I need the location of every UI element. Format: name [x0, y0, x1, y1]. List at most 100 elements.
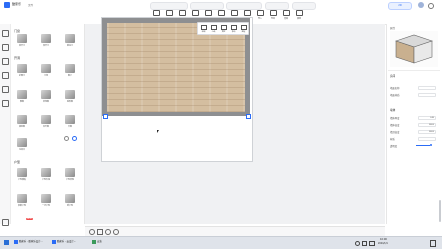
- app-icon: [52, 239, 56, 244]
- door-double-icon: [41, 34, 51, 43]
- view-mode-toggle[interactable]: 2D: [388, 2, 412, 10]
- door-single-icon: [17, 34, 27, 43]
- library-item[interactable]: 双开门: [38, 34, 54, 50]
- fit-icon[interactable]: [97, 229, 103, 235]
- library-item[interactable]: 窗户: [62, 64, 78, 80]
- import-icon: [256, 10, 264, 16]
- wall-endpoint-handle[interactable]: [246, 114, 251, 119]
- arch-icon: [65, 115, 75, 124]
- tool-export[interactable]: 导出: [267, 10, 279, 20]
- section-title-doors: 门窗: [14, 29, 21, 33]
- opacity-slider[interactable]: [416, 145, 430, 146]
- tab-pill-5[interactable]: [292, 2, 316, 10]
- outer-wall-icon: [41, 168, 51, 177]
- user-avatar[interactable]: [418, 2, 424, 8]
- zoom-out-icon[interactable]: [105, 229, 111, 235]
- library-item[interactable]: 一字户型: [38, 194, 54, 210]
- library-item[interactable]: 落地窗: [14, 115, 30, 131]
- library-item[interactable]: 转角窗: [38, 90, 54, 106]
- ctx-layer-button[interactable]: 图层: [239, 24, 248, 33]
- tab-pill-4[interactable]: [265, 2, 289, 10]
- tab-pill-2[interactable]: [190, 2, 224, 10]
- file-menu[interactable]: 文件: [28, 3, 33, 7]
- taskbar-item[interactable]: 安装: [92, 239, 102, 247]
- wall-top-input[interactable]: 2800: [418, 130, 436, 134]
- tab-pill-3[interactable]: [226, 2, 262, 10]
- library-item[interactable]: 推拉门: [62, 34, 78, 50]
- section-room-title: 房间: [390, 75, 396, 78]
- section-title-floorplan: 户型: [14, 160, 21, 164]
- floor-name-input[interactable]: [418, 86, 436, 90]
- library-item[interactable]: 弧形窗: [62, 90, 78, 106]
- export-icon: [269, 10, 277, 16]
- undo-icon: [152, 10, 160, 16]
- app-icon: [14, 239, 18, 244]
- room-3d-preview[interactable]: [390, 31, 438, 67]
- help-icon[interactable]: [64, 136, 69, 141]
- wall-material-input[interactable]: [418, 137, 436, 141]
- wifi-icon: [355, 241, 360, 246]
- wall-thickness-input[interactable]: 240: [418, 116, 436, 120]
- panel-scrollbar[interactable]: [439, 200, 441, 222]
- library-item[interactable]: 门洞: [38, 64, 54, 80]
- plan-icon: [217, 10, 225, 16]
- opacity-slider-handle[interactable]: [430, 144, 432, 146]
- tool-render[interactable]: 渲染: [280, 10, 292, 20]
- folding-door-icon: [17, 64, 27, 73]
- ctx-draw-button[interactable]: 绘制: [199, 24, 208, 33]
- library-item[interactable]: 单开门: [14, 34, 30, 50]
- share-icon: [191, 10, 199, 16]
- line-plan-icon: [41, 194, 51, 203]
- arc-window-icon: [65, 90, 75, 99]
- camera-icon: [282, 10, 290, 16]
- settings-icon[interactable]: [428, 3, 434, 9]
- volume-icon: [361, 241, 367, 246]
- door-icon[interactable]: [2, 30, 9, 37]
- more-icon[interactable]: [2, 219, 9, 226]
- ctx-move-button[interactable]: 移动: [229, 24, 238, 33]
- library-item[interactable]: 百叶窗: [38, 115, 54, 131]
- tray-icons[interactable]: [355, 241, 375, 246]
- tool-list[interactable]: 清单: [293, 10, 305, 20]
- list-icon: [295, 10, 303, 16]
- library-item[interactable]: 天窗: [62, 115, 78, 131]
- library-item[interactable]: 新户型: [62, 194, 78, 210]
- floor-material-input[interactable]: [418, 93, 436, 97]
- furniture-icon[interactable]: [2, 72, 9, 79]
- eye-icon: [243, 10, 251, 16]
- wall-endpoint-handle[interactable]: [103, 114, 108, 119]
- light-icon[interactable]: [2, 100, 9, 107]
- wrench-icon: [230, 10, 238, 16]
- start-icon[interactable]: [4, 240, 9, 245]
- properties-title: 属性: [390, 27, 396, 30]
- app-brand: 酷家乐: [12, 2, 22, 6]
- wall-height-input[interactable]: 2800: [418, 123, 436, 127]
- notification-icon[interactable]: [430, 240, 436, 247]
- library-item[interactable]: 参数户型: [14, 194, 30, 210]
- library-item[interactable]: 户型外墙: [38, 168, 54, 184]
- taskbar-item[interactable]: 酷家乐 - 云设计...: [52, 239, 76, 247]
- corner-window-icon: [41, 90, 51, 99]
- taskbar-item[interactable]: 酷家乐 - 酷家乐设计...: [14, 239, 43, 247]
- ctx-centerline-button[interactable]: 心线: [209, 24, 218, 33]
- zoom-in-icon[interactable]: [113, 229, 119, 235]
- library-item[interactable]: 垃圾口: [14, 138, 30, 154]
- ctx-clear-button[interactable]: 清空: [219, 24, 228, 33]
- tab-pill-1[interactable]: [150, 2, 188, 10]
- material-icon[interactable]: [2, 86, 9, 93]
- prop-row: 透明度: [390, 144, 436, 148]
- compass-icon[interactable]: [89, 229, 95, 235]
- save-icon: [178, 10, 186, 16]
- library-item[interactable]: 折叠门: [14, 64, 30, 80]
- plan-draw-icon: [65, 168, 75, 177]
- wall-icon[interactable]: [2, 44, 9, 51]
- divider: [388, 70, 440, 71]
- library-item[interactable]: 户型模板: [14, 168, 30, 184]
- settings-small-icon[interactable]: [72, 136, 77, 141]
- room-floor[interactable]: [107, 23, 245, 112]
- tool-import[interactable]: 导入: [254, 10, 266, 20]
- library-item[interactable]: 飘窗: [14, 90, 30, 106]
- library-item[interactable]: 户型绘制: [62, 168, 78, 184]
- structure-icon[interactable]: [2, 58, 9, 65]
- doorway-icon: [41, 64, 51, 73]
